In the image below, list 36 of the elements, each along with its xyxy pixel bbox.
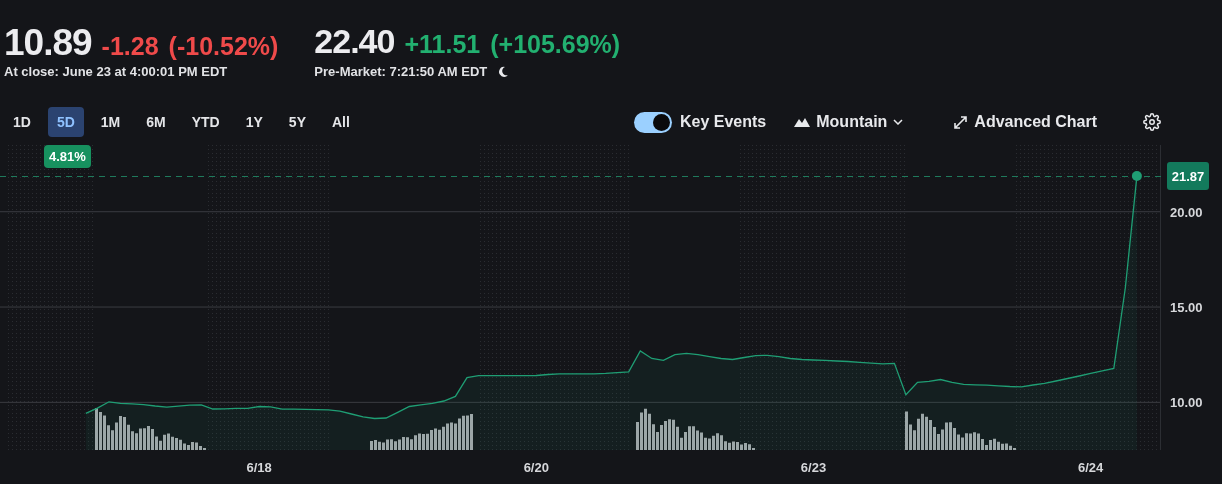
close-change-percent: (-10.52%) — [168, 32, 279, 61]
settings-icon — [1143, 113, 1162, 131]
pre-market-time: Pre-Market: 7:21:50 AM EDT — [314, 64, 488, 79]
range-tab[interactable]: 5D — [47, 107, 84, 137]
range-tab[interactable]: 6M — [137, 107, 175, 137]
chart-type-dropdown[interactable]: Mountain — [794, 113, 904, 131]
settings-button[interactable] — [1143, 113, 1162, 131]
y-axis-label: 10.00 — [1170, 395, 1203, 411]
y-axis-label: 15.00 — [1170, 300, 1203, 316]
x-axis-label: 6/23 — [800, 460, 827, 475]
x-axis-label: 6/20 — [523, 460, 549, 475]
range-tab[interactable]: 1Y — [236, 107, 272, 137]
x-axis-label: 6/18 — [246, 460, 272, 475]
pre-market-price: 22.40 — [314, 22, 395, 61]
price-tag: 21.87 — [1167, 162, 1209, 191]
close-change: -1.28 — [101, 32, 159, 61]
range-tab[interactable]: 1M — [91, 107, 130, 137]
advanced-chart-button[interactable]: Advanced Chart — [953, 113, 1098, 131]
range-change-badge: 4.81% — [43, 145, 91, 168]
mountain-icon — [794, 117, 811, 127]
range-tab[interactable]: 5Y — [279, 107, 315, 137]
close-time: At close: June 23 at 4:00:01 PM EDT — [4, 64, 228, 79]
range-tab[interactable]: 1D — [4, 107, 40, 137]
pre-market-change: +11.51 — [404, 30, 481, 59]
close-price: 10.89 — [4, 22, 92, 64]
pre-market-change-percent: (+105.69%) — [490, 30, 621, 59]
key-events-toggle[interactable] — [634, 111, 672, 133]
y-axis-label: 20.00 — [1170, 204, 1203, 220]
range-tab[interactable]: YTD — [182, 107, 229, 137]
range-tab[interactable]: All — [322, 107, 359, 137]
moon-icon — [497, 65, 510, 78]
expand-icon — [953, 114, 969, 130]
x-axis-label: 6/24 — [1078, 460, 1104, 475]
last-price-dot — [1131, 171, 1142, 182]
chevron-down-icon — [893, 119, 904, 125]
key-events-label: Key Events — [680, 113, 767, 131]
